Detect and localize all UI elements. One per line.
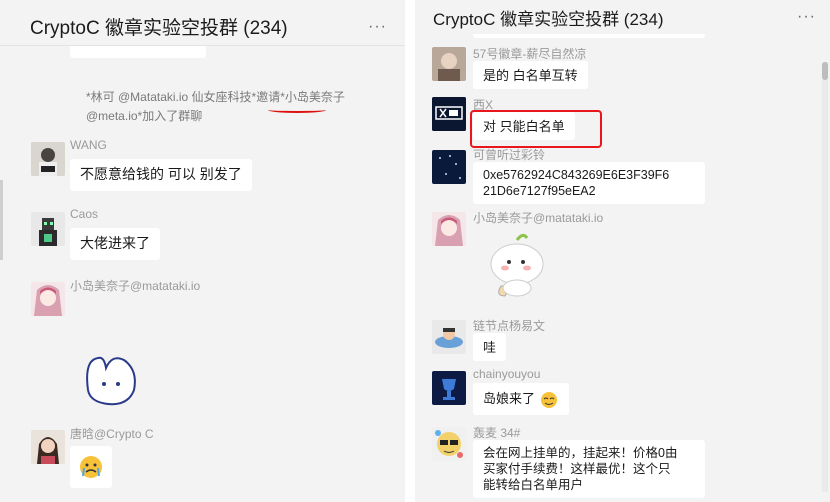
sender-name: chainyouyou	[473, 367, 541, 381]
message-bubble: 哇	[473, 333, 507, 361]
avatar[interactable]	[432, 212, 466, 246]
sender-name: Caos	[70, 207, 99, 221]
group-title: CryptoC 徽章实验空投群 (234)	[30, 18, 288, 39]
avatar[interactable]	[31, 430, 65, 464]
sticker-image	[80, 350, 150, 410]
red-underline-annotation	[268, 107, 326, 113]
message-text-line: 能转给白名单用户	[483, 478, 584, 492]
crying-face-icon	[80, 456, 102, 478]
sender-name: 轰麦 34#	[473, 426, 521, 440]
scrollbar-thumb[interactable]	[822, 62, 828, 80]
message-text-line: 0xe5762924C843269E6E3F39F6	[483, 168, 670, 182]
left-chat-window: CryptoC 徽章实验空投群 (234) ··· *林可 @Matataki.…	[0, 0, 405, 502]
red-highlight-box	[470, 110, 602, 148]
sender-name: 唐晗@Crypto C	[70, 427, 154, 441]
sticker-image	[481, 230, 551, 300]
message-bubble: 会在网上挂单的，挂起来！价格0由 买家付手续费！这样最优！这个只 能转给白名单用…	[473, 440, 705, 498]
avatar[interactable]	[432, 47, 466, 81]
message-bubble: 岛娘来了	[473, 383, 569, 415]
smiling-face-icon	[540, 391, 557, 408]
emoji-message-bubble	[70, 446, 112, 488]
window-edge	[0, 180, 3, 260]
message-text-line: 会在网上挂单的，挂起来！价格0由	[483, 446, 678, 460]
avatar[interactable]	[432, 427, 466, 461]
system-text: *林可 @Matataki.io 仙女座科技*邀请*	[86, 90, 285, 104]
more-options-icon[interactable]: ···	[368, 18, 387, 36]
sender-name: 小岛美奈子@matataki.io	[70, 279, 201, 293]
message-bubble: 不愿意给钱的 可以 别发了	[70, 159, 252, 191]
chat-header: CryptoC 徽章实验空投群 (234) ···	[415, 0, 830, 34]
avatar[interactable]	[31, 282, 65, 316]
message-bubble: 大佬进来了	[70, 228, 160, 260]
panel-gap	[405, 0, 415, 502]
message-text-line: 21D6e7127f95eEA2	[483, 184, 596, 198]
avatar[interactable]	[432, 97, 466, 131]
invitee-name[interactable]: 小岛美奈子	[285, 90, 345, 104]
more-options-icon[interactable]: ···	[797, 8, 816, 26]
message-text-line: 买家付手续费！这样最优！这个只	[483, 462, 671, 476]
sender-name: 小岛美奈子@matataki.io	[473, 211, 604, 225]
scrollbar-track[interactable]	[822, 62, 828, 492]
sender-name: 链节点杨易文	[473, 319, 546, 333]
message-text: 岛娘来了	[483, 391, 536, 406]
chat-header: CryptoC 徽章实验空投群 (234) ···	[0, 0, 405, 46]
avatar[interactable]	[432, 150, 466, 184]
avatar[interactable]	[31, 212, 65, 246]
avatar[interactable]	[432, 371, 466, 405]
sender-name: 可曾听过彩铃	[473, 148, 546, 162]
message-bubble: 0xe5762924C843269E6E3F39F6 21D6e7127f95e…	[473, 162, 705, 204]
sender-name: WANG	[70, 138, 107, 152]
avatar[interactable]	[31, 142, 65, 176]
right-chat-window: CryptoC 徽章实验空投群 (234) ··· 57号徽章-薪尽自然凉 是的…	[415, 0, 830, 502]
message-bubble: 是的 白名单互转	[473, 61, 588, 89]
sender-name: 57号徽章-薪尽自然凉	[473, 47, 587, 61]
avatar[interactable]	[432, 320, 466, 354]
group-title: CryptoC 徽章实验空投群 (234)	[433, 10, 664, 29]
